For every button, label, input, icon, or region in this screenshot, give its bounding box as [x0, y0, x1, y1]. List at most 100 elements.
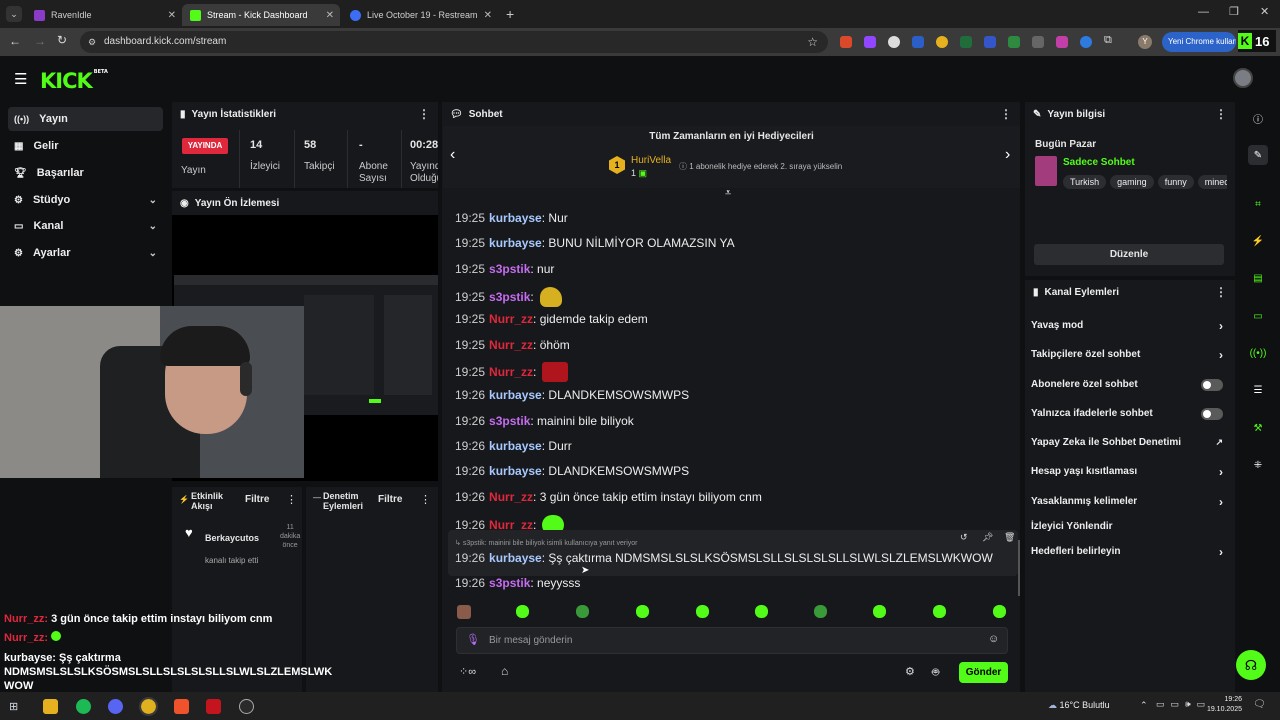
message-user[interactable]: kurbayse	[489, 236, 542, 250]
obs-icon[interactable]	[239, 699, 254, 714]
message-user[interactable]: Nurr_zz	[489, 312, 533, 326]
action-raid[interactable]: İzleyici Yönlendir	[1031, 521, 1223, 532]
delete-icon[interactable]: 🗑︎	[1004, 532, 1015, 543]
recent-emote-icon[interactable]	[457, 605, 471, 619]
forward-icon[interactable]: →	[34, 34, 46, 48]
emote-icon[interactable]	[636, 605, 649, 618]
chat-message[interactable]: 19:26 kurbayse: Durr	[455, 439, 572, 453]
support-headset-icon[interactable]: ☊	[1236, 650, 1266, 680]
message-user[interactable]: s3pstik	[489, 290, 530, 304]
prev-arrow-icon[interactable]: ‹	[450, 146, 455, 164]
bolt-icon[interactable]: ⚡	[1248, 231, 1268, 251]
emote-icon[interactable]	[933, 605, 946, 618]
close-tab-icon[interactable]: ✕	[484, 10, 492, 21]
video-app-icon[interactable]	[206, 699, 221, 714]
extension-icon[interactable]	[1008, 36, 1020, 48]
activity-user[interactable]: Berkaycutos	[205, 533, 259, 543]
more-options-icon[interactable]: ⋮	[418, 107, 430, 121]
moderation-filter-button[interactable]: Filtre	[378, 494, 402, 505]
chat-message[interactable]: 19:26 Nurr_zz: 3 gün önce takip ettim ins…	[455, 490, 762, 504]
more-options-icon[interactable]: ⋮	[1215, 285, 1227, 299]
layout-icon[interactable]: ☰	[1248, 380, 1268, 400]
tab-restream[interactable]: Live October 19 - Restream ✕	[342, 4, 498, 26]
extension-icon[interactable]	[840, 36, 852, 48]
action-slow-mode[interactable]: Yavaş mod ›	[1031, 319, 1223, 333]
message-user[interactable]: kurbayse	[489, 551, 542, 565]
gifter-name[interactable]: HuriVella	[631, 155, 671, 166]
scroll-down-icon[interactable]: ⩡	[725, 187, 731, 200]
emote-icon[interactable]	[516, 605, 529, 618]
tab-ravenidle[interactable]: RavenIdle ✕	[26, 4, 182, 26]
edit-button[interactable]: Düzenle	[1034, 244, 1224, 265]
action-set-goals[interactable]: Hedefleri belirleyin ›	[1031, 545, 1223, 559]
more-options-icon[interactable]: ⋮	[286, 493, 297, 506]
profile-badge[interactable]: Yeni Chrome kullan	[1162, 32, 1236, 52]
chrome-icon[interactable]	[139, 697, 158, 716]
close-tab-icon[interactable]: ✕	[326, 10, 334, 21]
message-user[interactable]: Nurr_zz	[489, 338, 533, 352]
weather-widget[interactable]: ☁ 16°C Bulutlu	[1048, 700, 1110, 711]
notification-icon[interactable]: 🗨︎	[1253, 699, 1266, 710]
more-options-icon[interactable]: ⋮	[1215, 107, 1227, 121]
brave-icon[interactable]	[174, 699, 189, 714]
chat-message[interactable]: 19:26 s3pstik: mainini bile biliyok	[455, 414, 634, 428]
tag[interactable]: minecra	[1197, 175, 1227, 189]
kick-logo[interactable]: KICK BETA	[40, 69, 108, 93]
extensions-puzzle-icon[interactable]: ⧉	[1104, 34, 1112, 47]
hamburger-menu-icon[interactable]: ☰	[14, 70, 27, 88]
send-button[interactable]: Gönder	[959, 662, 1008, 683]
emoji-picker-icon[interactable]: ☺	[988, 633, 999, 645]
action-account-age[interactable]: Hesap yaşı kısıtlaması ›	[1031, 465, 1223, 479]
start-icon[interactable]: ⊞	[9, 700, 18, 713]
activity-filter-button[interactable]: Filtre	[245, 494, 269, 505]
emote-icon[interactable]	[873, 605, 886, 618]
sidebar-item-gelir[interactable]: ▦ Gelir	[8, 134, 163, 158]
emote-icon[interactable]	[993, 605, 1006, 618]
extension-icon[interactable]	[1032, 36, 1044, 48]
message-user[interactable]: kurbayse	[489, 388, 542, 402]
sidebar-item-studyo[interactable]: ⚙ Stüdyo ⌄	[8, 188, 163, 212]
chat-message[interactable]: 19:25 s3pstik: nur	[455, 262, 554, 276]
tab-list-button[interactable]: ⌄	[6, 6, 22, 22]
edit-pencil-icon[interactable]: ✎	[1248, 145, 1268, 165]
extension-icon[interactable]	[984, 36, 996, 48]
chat-settings-icon[interactable]: ⚙	[905, 665, 915, 678]
clock[interactable]: 19:26 19.10.2025	[1202, 695, 1242, 715]
minimize-icon[interactable]: —	[1198, 6, 1209, 18]
chat-message[interactable]: 19:26 kurbayse: Şş çaktırma NDMSMSLSLSLKS…	[455, 551, 993, 565]
reload-icon[interactable]: ↻	[57, 33, 67, 47]
message-user[interactable]: s3pstik	[489, 414, 530, 428]
bot-icon[interactable]: 🤖︎	[932, 664, 939, 681]
extension-icon[interactable]	[1056, 36, 1068, 48]
message-user[interactable]: kurbayse	[489, 211, 542, 225]
extension-icon[interactable]	[888, 36, 900, 48]
extension-icon[interactable]	[960, 36, 972, 48]
emote-icon[interactable]	[576, 605, 589, 618]
chat-message[interactable]: 19:25 Nurr_zz: gidemde takip edem	[455, 312, 648, 326]
wrench-icon[interactable]: ⚒	[1248, 418, 1268, 438]
message-user[interactable]: Nurr_zz	[489, 490, 533, 504]
emotes-only-toggle[interactable]	[1201, 407, 1223, 420]
pin-icon[interactable]: 📌︎	[982, 532, 993, 543]
tag[interactable]: funny	[1157, 175, 1194, 189]
message-user[interactable]: s3pstik	[489, 262, 530, 276]
new-tab-icon[interactable]: +	[506, 6, 514, 22]
document-icon[interactable]: ▤	[1248, 268, 1268, 288]
chat-scrollbar[interactable]	[1018, 540, 1020, 596]
next-arrow-icon[interactable]: ›	[1005, 146, 1010, 164]
info-icon[interactable]: ⓘ	[1248, 108, 1268, 128]
chat-message[interactable]: 19:25 Nurr_zz:	[455, 362, 569, 382]
discord-icon[interactable]	[108, 699, 123, 714]
extension-icon[interactable]	[864, 36, 876, 48]
sidebar-item-kanal[interactable]: ▭ Kanal ⌄	[8, 214, 163, 238]
scan-icon[interactable]: ⌗	[1248, 194, 1268, 214]
restore-icon[interactable]: ❐	[1229, 5, 1239, 18]
emote-icon[interactable]	[755, 605, 768, 618]
more-options-icon[interactable]: ⋮	[1000, 107, 1012, 121]
chat-message[interactable]: 19:25 s3pstik:	[455, 287, 562, 307]
message-user[interactable]: kurbayse	[489, 464, 542, 478]
microphone-icon[interactable]: 🎙︎	[466, 633, 480, 646]
address-bar[interactable]: ⚙ dashboard.kick.com/stream ☆	[80, 31, 828, 53]
more-options-icon[interactable]: ⋮	[420, 493, 431, 506]
message-user[interactable]: Nurr_zz	[489, 365, 533, 379]
